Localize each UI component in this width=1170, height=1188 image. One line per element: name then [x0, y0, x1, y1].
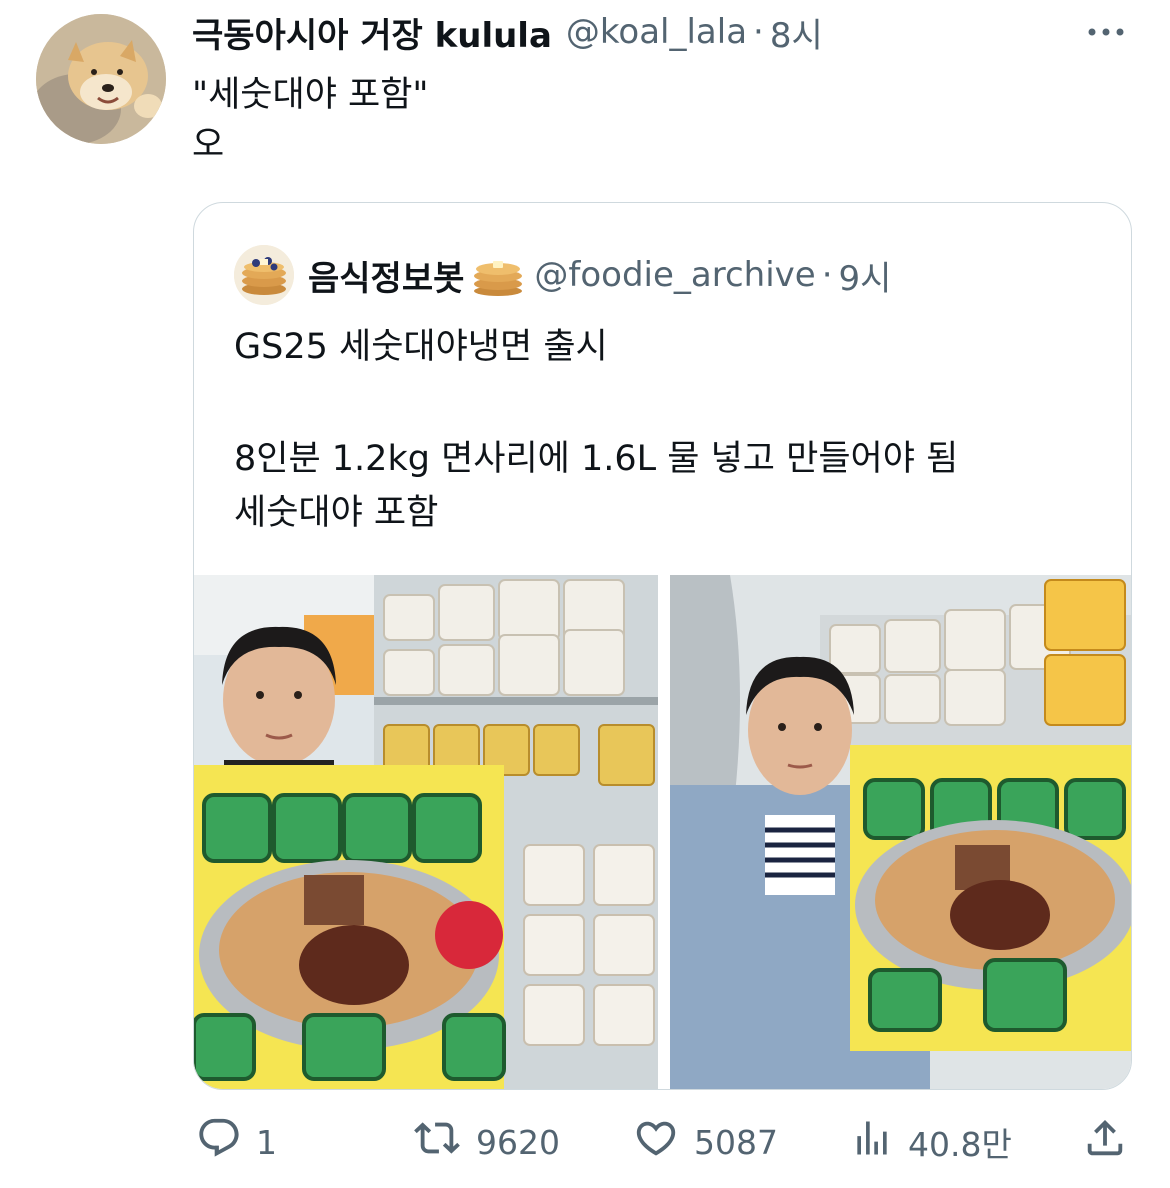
retweet-button[interactable]: 9620	[412, 1112, 560, 1172]
author-name[interactable]: 극동아시아 거장 kulula	[192, 8, 552, 57]
quoted-avatar[interactable]	[234, 245, 294, 305]
tweet-text-line: 오	[192, 125, 225, 165]
retweet-icon	[412, 1115, 476, 1169]
like-icon	[632, 1115, 694, 1169]
like-button[interactable]: 5087	[632, 1112, 778, 1172]
quoted-text-line: GS25 세숫대야냉면 출시	[234, 327, 608, 367]
separator: ·	[753, 12, 764, 52]
tweet-header: 극동아시아 거장 kulula @koal_lala · 8시	[192, 8, 823, 56]
like-count: 5087	[694, 1122, 778, 1162]
views-count: 40.8만	[908, 1125, 1012, 1164]
tweet-text-line: "세숫대야 포함"	[192, 75, 429, 115]
reply-count: 1	[256, 1122, 277, 1162]
retweet-count: 9620	[476, 1122, 560, 1162]
author-avatar[interactable]	[36, 14, 166, 144]
separator: ·	[821, 255, 833, 295]
more-icon[interactable]	[1084, 18, 1128, 46]
action-bar: 1 9620 5087 40.8만	[0, 1112, 1170, 1172]
views-button[interactable]: 40.8만	[850, 1112, 1012, 1172]
tweet-time[interactable]: 8시	[770, 8, 823, 57]
quoted-tweet[interactable]: 음식정보봇 @foodie_archive · 9시 GS25 세숫대야냉면 출…	[193, 202, 1132, 1090]
reply-icon	[196, 1115, 256, 1169]
photo-1[interactable]	[194, 575, 658, 1089]
quoted-time[interactable]: 9시	[839, 251, 892, 300]
share-icon	[1082, 1114, 1142, 1170]
share-button[interactable]	[1082, 1112, 1142, 1172]
author-handle[interactable]: @koal_lala	[566, 12, 747, 52]
views-icon	[850, 1115, 908, 1169]
photo-2[interactable]	[670, 575, 1131, 1089]
reply-button[interactable]: 1	[196, 1112, 277, 1172]
quoted-header: 음식정보봇 @foodie_archive · 9시	[234, 243, 891, 307]
quoted-author-handle[interactable]: @foodie_archive	[534, 255, 815, 295]
quoted-author-name[interactable]: 음식정보봇	[308, 251, 464, 300]
pancake-emoji-icon	[472, 253, 524, 297]
quoted-text-line: 세숫대야 포함	[234, 493, 439, 533]
quoted-text-line: 8인분 1.2kg 면사리에 1.6L 물 넣고 만들어야 됨	[234, 439, 959, 479]
